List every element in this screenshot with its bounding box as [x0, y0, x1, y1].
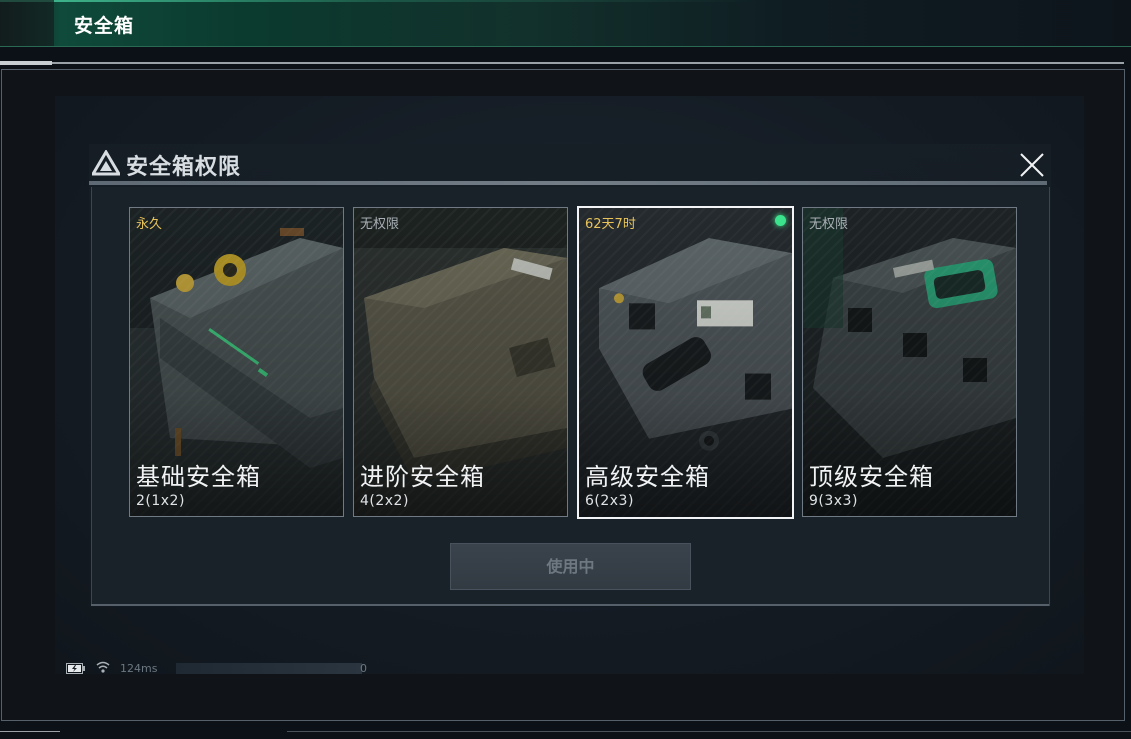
active-status-dot	[775, 215, 786, 226]
card-duration: 无权限	[809, 217, 849, 232]
warning-triangle-icon	[92, 150, 120, 176]
safebox-card-basic[interactable]: 永久 基础安全箱 2(1x2)	[129, 207, 344, 517]
card-duration: 62天7时	[585, 217, 636, 232]
card-duration: 永久	[136, 217, 163, 232]
wifi-icon	[96, 661, 110, 673]
dialog-bottom-line	[91, 604, 1049, 606]
bottom-divider-left	[0, 731, 60, 732]
safebox-card-premium[interactable]: 62天7时 高级安全箱 6(2x3)	[577, 206, 794, 519]
dialog-title: 安全箱权限	[126, 155, 242, 180]
in-use-button[interactable]: 使用中	[450, 543, 691, 590]
page-title: 安全箱	[74, 15, 135, 37]
card-capacity: 4(2x2)	[360, 493, 409, 509]
card-capacity: 2(1x2)	[136, 493, 185, 509]
safebox-card-top[interactable]: 无权限 顶级安全箱 9(3x3)	[802, 207, 1017, 517]
loading-value: 0	[360, 662, 367, 675]
close-icon	[1020, 153, 1044, 177]
battery-charging-icon	[66, 663, 85, 674]
card-name: 进阶安全箱	[360, 463, 485, 491]
close-button[interactable]	[1016, 150, 1048, 180]
top-divider-accent	[0, 61, 52, 65]
loading-bar	[176, 663, 362, 674]
card-capacity: 6(2x3)	[585, 493, 634, 509]
card-duration: 无权限	[360, 217, 400, 232]
bottom-divider-right	[287, 731, 1131, 732]
dialog-header-line	[89, 181, 1047, 185]
top-divider	[0, 62, 1124, 64]
top-bar: 安全箱	[0, 0, 1131, 47]
card-name: 高级安全箱	[585, 463, 710, 491]
card-name: 顶级安全箱	[809, 463, 934, 491]
ping-readout: 124ms	[120, 662, 158, 675]
top-light-line	[0, 0, 760, 2]
safebox-card-advanced[interactable]: 无权限 进阶安全箱 4(2x2)	[353, 207, 568, 517]
top-left-block	[0, 0, 54, 46]
card-capacity: 9(3x3)	[809, 493, 858, 509]
card-name: 基础安全箱	[136, 463, 261, 491]
